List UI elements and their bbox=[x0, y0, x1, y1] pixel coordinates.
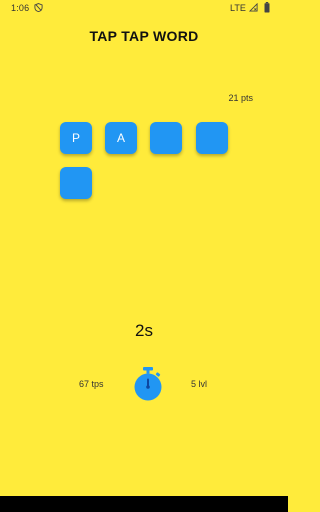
taps-per-second-label: 67 tps bbox=[79, 379, 104, 389]
network-label: LTE bbox=[230, 3, 246, 13]
letter-tile-1[interactable]: P bbox=[60, 122, 92, 154]
points-label: 21 pts bbox=[228, 93, 253, 103]
letter-tile-3[interactable] bbox=[150, 122, 182, 154]
letter-tile-4[interactable] bbox=[196, 122, 228, 154]
shield-icon bbox=[34, 3, 43, 12]
letter-tile-5[interactable] bbox=[60, 167, 92, 199]
status-time: 1:06 bbox=[11, 3, 30, 13]
status-bar: 1:06 LTE bbox=[0, 0, 288, 18]
battery-icon bbox=[264, 2, 270, 13]
stopwatch-icon[interactable] bbox=[133, 366, 163, 402]
page-title: TAP TAP WORD bbox=[89, 28, 199, 44]
letter-tile-2[interactable]: A bbox=[105, 122, 137, 154]
timer-display: 2s bbox=[135, 321, 153, 340]
signal-icon bbox=[249, 3, 258, 12]
navigation-bar bbox=[0, 496, 288, 512]
level-label: 5 lvl bbox=[191, 379, 208, 389]
game-screen: 1:06 LTE TAP TAP WORD 21 pts P A 2s 67 t… bbox=[0, 0, 288, 512]
